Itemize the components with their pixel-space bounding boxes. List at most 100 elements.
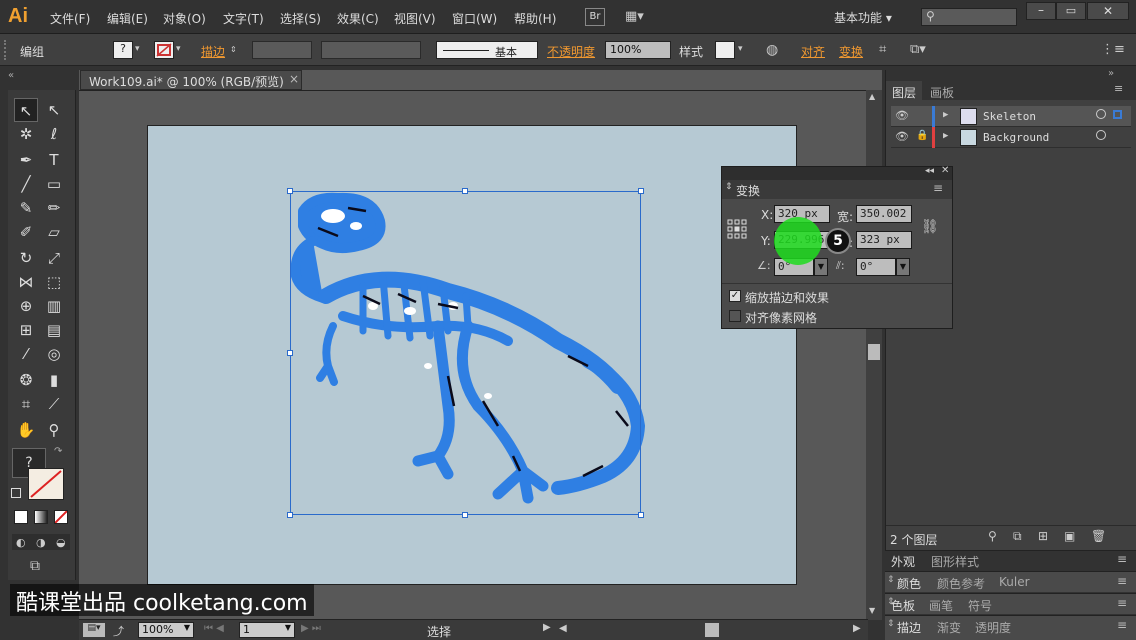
locate-object-icon[interactable]: ⚲ <box>988 529 997 543</box>
tab-artboards[interactable]: 画板 <box>924 81 960 104</box>
draw-normal-icon[interactable]: ◐ <box>16 536 26 549</box>
tab-stroke[interactable]: 描边 <box>897 619 921 636</box>
status-menu-icon[interactable]: ▤▾ <box>83 623 105 637</box>
tab-appearance[interactable]: 外观 <box>891 553 915 570</box>
chevron-down-icon[interactable]: ▾ <box>176 44 181 54</box>
brush-definition-field[interactable]: 基本 <box>436 41 538 59</box>
mesh-tool-icon[interactable]: ⊞ <box>14 318 38 342</box>
artboard-tool-icon[interactable]: ⌗ <box>14 392 38 416</box>
menu-window[interactable]: 窗口(W) <box>452 10 497 27</box>
tab-brushes[interactable]: 画笔 <box>929 597 953 614</box>
menu-object[interactable]: 对象(O) <box>163 10 206 27</box>
panel-menu-icon[interactable]: ≡ <box>1117 618 1127 632</box>
collapse-arrows-icon[interactable]: « <box>8 70 14 81</box>
symbol-sprayer-tool-icon[interactable]: ❂ <box>14 368 38 392</box>
close-tab-icon[interactable]: × <box>289 72 299 86</box>
hand-tool-icon[interactable]: ✋ <box>14 418 38 442</box>
panel-menu-icon[interactable]: ≡ <box>1114 82 1123 95</box>
expand-panel-icon[interactable]: ⇕ <box>725 182 733 192</box>
panel-menu-icon[interactable]: ≡ <box>1117 552 1127 566</box>
shear-input[interactable]: 0° <box>856 258 896 276</box>
page-select[interactable]: 1 ▼ <box>239 622 295 638</box>
close-button[interactable]: ✕ <box>1087 2 1129 20</box>
resize-handle[interactable] <box>462 512 468 518</box>
visibility-eye-icon[interactable]: 👁 <box>895 130 909 143</box>
scroll-thumb[interactable] <box>868 344 880 360</box>
target-circle-icon[interactable] <box>1096 109 1106 119</box>
maximize-button[interactable]: ▭ <box>1056 2 1086 20</box>
stroke-weight-field[interactable] <box>252 41 312 59</box>
clipping-mask-icon[interactable]: ⧉ <box>1013 529 1022 544</box>
stroke-swatch[interactable] <box>154 41 174 59</box>
stroke-label[interactable]: 描边 <box>201 43 225 60</box>
layer-name[interactable]: Background <box>983 131 1049 144</box>
constrain-proportions-icon[interactable]: ⛓ <box>921 219 939 235</box>
rectangle-tool-icon[interactable]: ▭ <box>42 172 66 196</box>
align-link[interactable]: 对齐 <box>801 43 825 60</box>
selection-tool-icon[interactable]: ↖ <box>14 98 38 122</box>
align-pixel-grid-checkbox[interactable] <box>729 310 741 322</box>
expand-arrow-icon[interactable]: ▶ <box>943 131 948 141</box>
draw-behind-icon[interactable]: ◑ <box>36 536 46 549</box>
recolor-artwork-icon[interactable]: ◍ <box>766 42 778 58</box>
collapse-icon[interactable]: ◂◂ <box>925 166 934 176</box>
layer-row-background[interactable]: 👁 🔒 ▶ Background <box>891 127 1131 148</box>
column-graph-tool-icon[interactable]: ▮ <box>42 368 66 392</box>
rotate-dropdown[interactable]: ▼ <box>814 258 828 276</box>
height-input[interactable]: 323 px <box>856 231 912 249</box>
pencil-tool-icon[interactable]: ✏ <box>42 196 66 220</box>
bridge-button[interactable]: Br <box>585 8 605 26</box>
tab-symbols[interactable]: 符号 <box>968 597 992 614</box>
blend-tool-icon[interactable]: ◎ <box>42 342 66 366</box>
swap-fill-stroke-icon[interactable]: ↷ <box>54 446 62 457</box>
resize-handle[interactable] <box>638 188 644 194</box>
first-page-icon[interactable]: ⏮ ◀ <box>204 623 224 634</box>
trash-icon[interactable]: 🗑 <box>1091 529 1106 543</box>
visibility-eye-icon[interactable]: 👁 <box>895 109 909 122</box>
next-page-icon[interactable]: ▶ ⏭ <box>301 623 321 634</box>
new-layer-icon[interactable]: ▣ <box>1064 529 1075 543</box>
gradient-mode-icon[interactable] <box>34 510 48 524</box>
tab-color[interactable]: 颜色 <box>897 575 921 592</box>
scroll-left-icon[interactable]: ◀ <box>559 623 567 634</box>
tab-color-guide[interactable]: 颜色参考 <box>937 575 985 592</box>
resize-handle[interactable] <box>287 512 293 518</box>
resize-handle[interactable] <box>462 188 468 194</box>
tab-transparency[interactable]: 透明度 <box>975 619 1011 636</box>
menu-select[interactable]: 选择(S) <box>280 10 321 27</box>
type-tool-icon[interactable]: T <box>42 148 66 172</box>
perspective-grid-tool-icon[interactable]: ▥ <box>42 294 66 318</box>
tab-swatches[interactable]: 色板 <box>891 597 915 614</box>
scale-strokes-checkbox[interactable]: ✓ <box>729 290 741 302</box>
collapse-panels-icon[interactable]: » <box>1108 68 1114 79</box>
selection-bounding-box[interactable] <box>290 191 641 515</box>
menu-edit[interactable]: 编辑(E) <box>107 10 148 27</box>
eyedropper-tool-icon[interactable]: ⁄ <box>14 342 38 366</box>
status-arrow-icon[interactable]: ▶ <box>543 622 551 633</box>
menu-view[interactable]: 视图(V) <box>394 10 436 27</box>
lock-icon[interactable]: 🔒 <box>916 130 928 141</box>
pen-tool-icon[interactable]: ✒ <box>14 148 38 172</box>
hscroll-thumb[interactable] <box>705 623 719 637</box>
panel-menu-icon[interactable]: ≡ <box>1117 574 1127 588</box>
fill-swatch[interactable]: ? <box>113 41 133 59</box>
screen-mode-icon[interactable]: ⧉ <box>30 558 40 574</box>
resize-handle[interactable] <box>287 188 293 194</box>
tab-kuler[interactable]: Kuler <box>999 575 1030 589</box>
paintbrush-tool-icon[interactable]: ✎ <box>14 196 38 220</box>
panel-menu-icon[interactable]: ≡ <box>1117 596 1127 610</box>
chevron-down-icon[interactable]: ▾ <box>135 44 140 54</box>
expand-arrow-icon[interactable]: ▶ <box>943 110 948 120</box>
new-sublayer-icon[interactable]: ⊞ <box>1038 529 1048 543</box>
document-tab[interactable]: Work109.ai* @ 100% (RGB/预览) × <box>80 70 302 90</box>
minimize-button[interactable]: – <box>1026 2 1056 20</box>
variable-width-field[interactable] <box>321 41 421 59</box>
tab-gradient[interactable]: 渐变 <box>937 619 961 636</box>
panel-menu-icon[interactable]: ⋮≡ <box>1101 42 1125 57</box>
expand-panel-icon[interactable]: ⇕ <box>887 575 895 585</box>
opacity-input[interactable]: 100% <box>605 41 671 59</box>
expand-panel-icon[interactable]: ⇕ <box>887 619 895 629</box>
shear-dropdown[interactable]: ▼ <box>896 258 910 276</box>
menu-effect[interactable]: 效果(C) <box>337 10 379 27</box>
target-circle-icon[interactable] <box>1096 130 1106 140</box>
